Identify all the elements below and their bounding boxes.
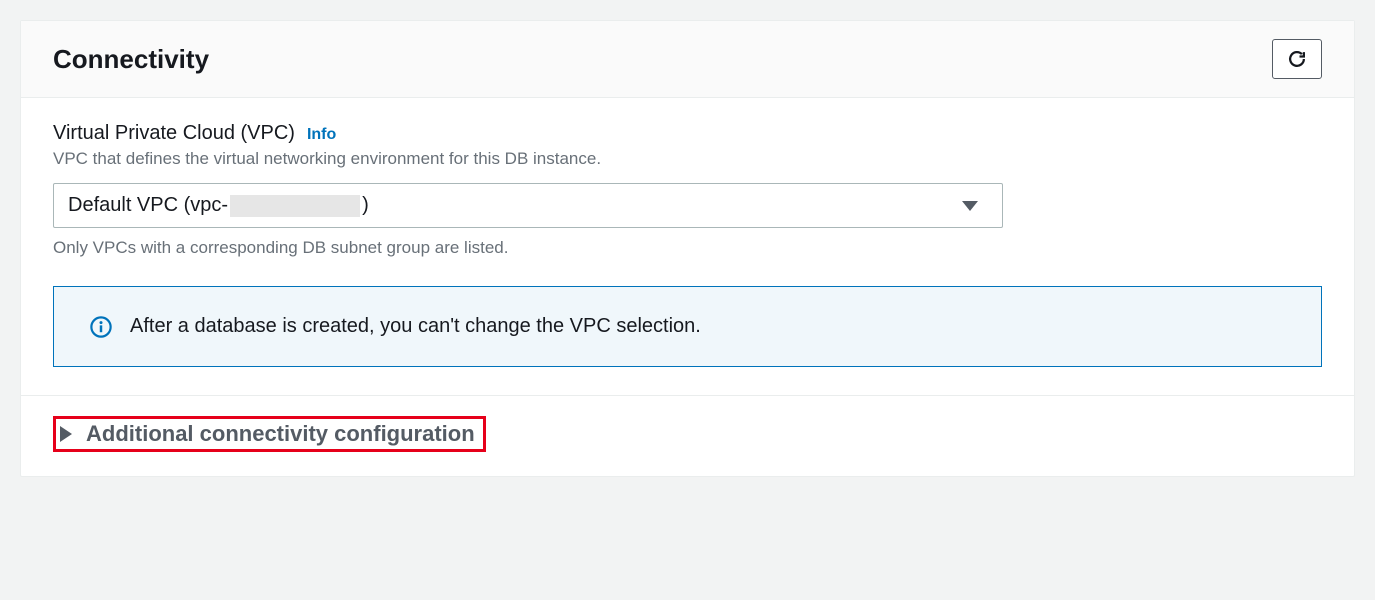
vpc-label-row: Virtual Private Cloud (VPC) Info [53,122,1322,145]
vpc-id-redacted [230,195,360,217]
refresh-button[interactable] [1272,39,1322,79]
panel-body: Virtual Private Cloud (VPC) Info VPC tha… [21,98,1354,395]
vpc-info-alert: After a database is created, you can't c… [53,286,1322,367]
panel-header: Connectivity [21,21,1354,98]
vpc-selected-value: Default VPC (vpc- ) [68,194,369,217]
vpc-info-link[interactable]: Info [307,126,336,144]
panel-title: Connectivity [53,44,209,75]
additional-connectivity-toggle[interactable]: Additional connectivity configuration [53,416,486,452]
vpc-selected-prefix: Default VPC (vpc- [68,194,228,217]
info-icon [90,316,112,338]
additional-connectivity-label: Additional connectivity configuration [86,421,475,447]
chevron-down-icon [962,201,978,211]
refresh-icon [1287,49,1307,69]
connectivity-panel: Connectivity Virtual Private Cloud (VPC)… [20,20,1355,477]
additional-connectivity-section: Additional connectivity configuration [21,396,1354,476]
vpc-alert-text: After a database is created, you can't c… [130,315,701,338]
vpc-description: VPC that defines the virtual networking … [53,149,1322,169]
vpc-label: Virtual Private Cloud (VPC) [53,122,295,145]
vpc-select[interactable]: Default VPC (vpc- ) [53,183,1003,228]
vpc-selected-suffix: ) [362,194,369,217]
vpc-hint: Only VPCs with a corresponding DB subnet… [53,238,1322,258]
chevron-right-icon [60,426,72,442]
